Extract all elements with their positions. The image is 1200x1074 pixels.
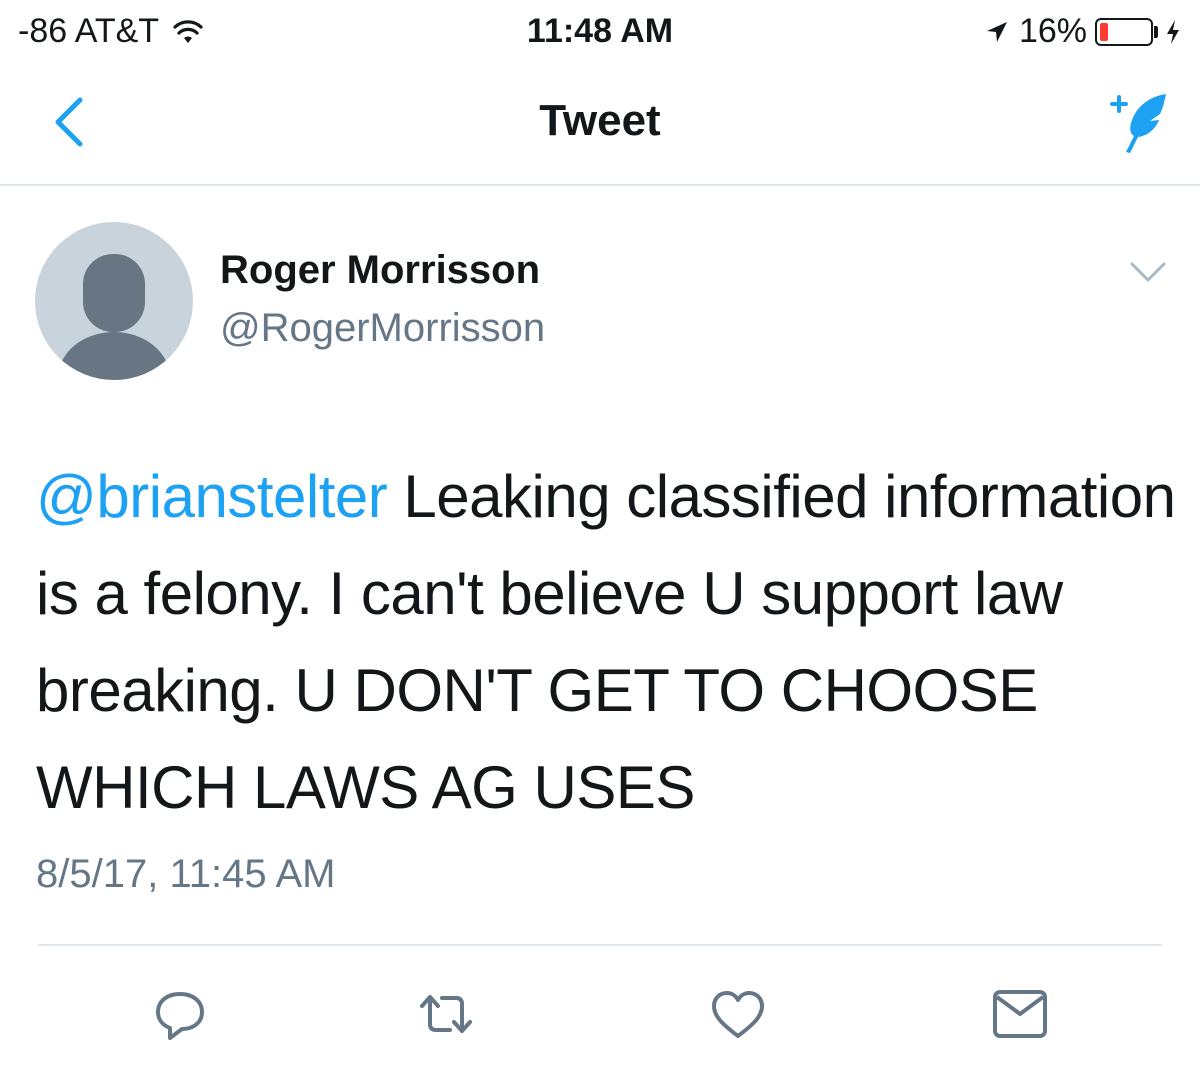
compose-tweet-button[interactable]: [1104, 90, 1170, 156]
retweet-icon: [420, 995, 472, 1033]
default-avatar-icon: [58, 254, 170, 380]
reply-button[interactable]: [150, 984, 210, 1044]
divider: [38, 944, 1162, 946]
nav-bar: Tweet: [0, 62, 1200, 186]
status-bar: -86 AT&T 11:48 AM 16%: [0, 0, 1200, 62]
avatar[interactable]: [35, 222, 193, 380]
location-icon: [986, 21, 1007, 42]
display-name[interactable]: Roger Morrisson: [220, 248, 540, 293]
tweet-options-button[interactable]: [1126, 254, 1170, 290]
battery-cap: [1154, 25, 1158, 38]
charging-bolt-icon: [1167, 19, 1179, 44]
tweet-text: @brianstelter Leaking classified informa…: [36, 448, 1176, 836]
page-title: Tweet: [539, 96, 661, 145]
tweet-detail-screen: -86 AT&T 11:48 AM 16% Tweet Roger Morris…: [0, 0, 1200, 1074]
battery-percent: 16%: [1018, 12, 1087, 50]
battery-level-fill: [1100, 22, 1108, 41]
retweet-button[interactable]: [416, 984, 476, 1044]
direct-message-icon: [993, 990, 1047, 1038]
direct-message-button[interactable]: [990, 984, 1050, 1044]
user-handle[interactable]: @RogerMorrisson: [220, 306, 545, 351]
battery-icon: [1095, 17, 1153, 46]
like-button[interactable]: [708, 984, 768, 1044]
tweet-timestamp: 8/5/17, 11:45 AM: [36, 852, 336, 896]
compose-feather-icon: [1110, 94, 1166, 153]
like-icon: [712, 991, 764, 1038]
reply-icon: [156, 992, 204, 1040]
chevron-down-icon: [1130, 262, 1166, 282]
mention-link[interactable]: @brianstelter: [36, 463, 388, 530]
status-right: 16%: [985, 12, 1182, 51]
